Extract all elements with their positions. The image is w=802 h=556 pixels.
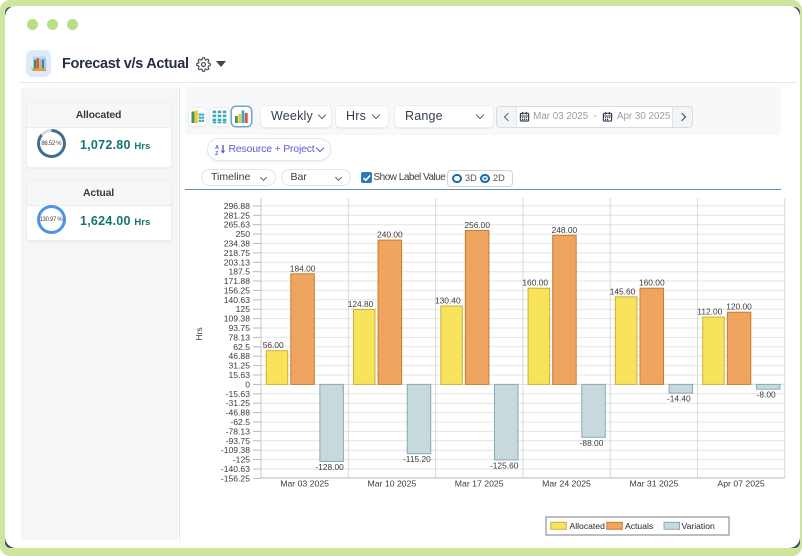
svg-text:Mar 24 2025: Mar 24 2025 [542, 479, 591, 489]
svg-text:Actuals: Actuals [625, 521, 653, 531]
svg-text:-115.20: -115.20 [403, 454, 431, 464]
svg-text:-156.25: -156.25 [221, 473, 250, 483]
svg-text:Mar 31 2025: Mar 31 2025 [630, 479, 679, 489]
svg-text:56.00: 56.00 [263, 340, 284, 350]
svg-text:184.00: 184.00 [290, 263, 316, 273]
svg-text:-125.60: -125.60 [490, 460, 519, 470]
svg-text:160.00: 160.00 [522, 278, 548, 288]
svg-text:Hrs: Hrs [194, 327, 204, 340]
svg-text:-128.00: -128.00 [315, 462, 344, 472]
svg-text:-8.00: -8.00 [757, 390, 776, 400]
svg-text:Allocated: Allocated [570, 521, 606, 531]
svg-text:160.00: 160.00 [639, 278, 665, 288]
svg-text:Mar 17 2025: Mar 17 2025 [455, 479, 504, 489]
svg-text:Mar 10 2025: Mar 10 2025 [368, 479, 417, 489]
svg-text:130.40: 130.40 [435, 296, 461, 306]
svg-text:240.00: 240.00 [377, 230, 403, 240]
svg-text:248.00: 248.00 [552, 225, 578, 235]
svg-text:145.60: 145.60 [610, 286, 636, 296]
svg-text:-14.40: -14.40 [667, 394, 691, 404]
svg-text:112.00: 112.00 [697, 307, 722, 317]
svg-text:Variation: Variation [682, 521, 715, 531]
svg-text:-88.00: -88.00 [580, 438, 604, 448]
svg-text:Z: Z [215, 151, 219, 155]
svg-text:Apr 07 2025: Apr 07 2025 [717, 479, 765, 489]
svg-text:Mar 03 2025: Mar 03 2025 [280, 479, 329, 489]
svg-text:124.80: 124.80 [348, 299, 374, 309]
svg-text:256.00: 256.00 [464, 220, 490, 230]
svg-text:120.00: 120.00 [726, 302, 752, 312]
